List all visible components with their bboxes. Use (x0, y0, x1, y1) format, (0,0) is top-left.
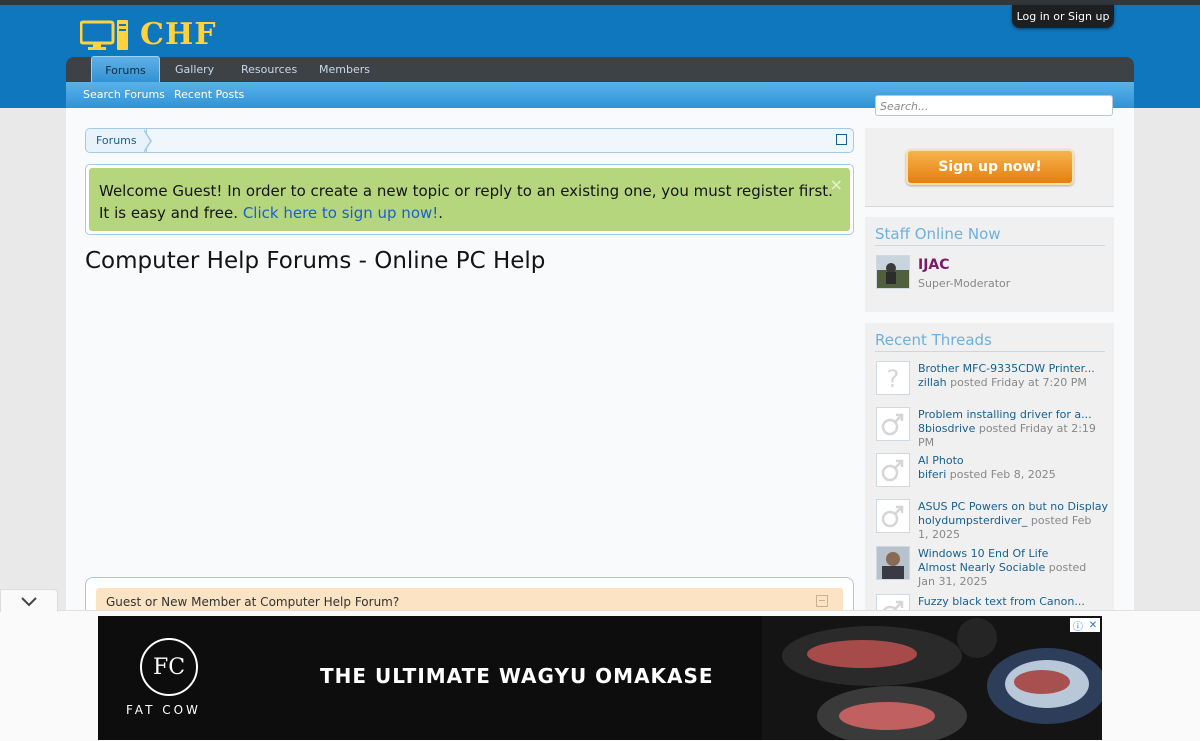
tab-members[interactable]: Members (319, 57, 370, 82)
staff-avatar[interactable] (876, 255, 910, 289)
chevron-down-icon (21, 597, 37, 607)
jump-icon[interactable] (836, 134, 847, 145)
site-logo[interactable]: CHF (80, 17, 217, 52)
recent-threads-block: Recent Threads ? Brother MFC-9335CDW Pri… (865, 323, 1114, 610)
staff-name[interactable]: IJAC (918, 257, 950, 273)
thread-user[interactable]: biferi (918, 468, 946, 481)
staff-online-heading: Staff Online Now (875, 225, 1105, 246)
ad-brand: FAT COW (126, 703, 201, 717)
staff-role: Super-Moderator (918, 277, 1011, 290)
question-avatar-icon[interactable]: ? (876, 361, 910, 395)
login-signup-button[interactable]: Log in or Sign up (1012, 5, 1114, 28)
thread-title[interactable]: Windows 10 End Of Life (918, 547, 1048, 560)
male-avatar-icon[interactable] (876, 594, 910, 610)
thread-time: posted Friday at 7:20 PM (950, 376, 1087, 389)
thread-title[interactable]: Problem installing driver for a... (918, 408, 1092, 421)
thread-user[interactable]: Almost Nearly Sociable (918, 561, 1045, 574)
tab-forums[interactable]: Forums (91, 56, 160, 84)
page-title: Computer Help Forums - Online PC Help (85, 248, 546, 274)
thread-title[interactable]: Fuzzy black text from Canon... (918, 595, 1085, 608)
thread-meta: zillah posted Friday at 7:20 PM (918, 376, 1103, 390)
tab-gallery[interactable]: Gallery (175, 57, 214, 82)
ad-collapse-tab[interactable] (0, 589, 58, 612)
tab-resources[interactable]: Resources (241, 57, 297, 82)
recent-threads-heading: Recent Threads (875, 331, 1105, 352)
ad-close-icon[interactable]: ✕ (1089, 620, 1097, 631)
thread-title[interactable]: AI Photo (918, 454, 964, 467)
male-avatar-icon[interactable] (876, 407, 910, 441)
male-avatar-icon[interactable] (876, 499, 910, 533)
thread-user[interactable]: holydumpsterdiver_ (918, 514, 1027, 527)
notice-signup-link[interactable]: Click here to sign up now! (243, 204, 438, 222)
thread-user[interactable]: 8biosdrive (918, 422, 975, 435)
ad-controls: ⓘ ✕ (1070, 618, 1100, 633)
male-avatar-icon[interactable] (876, 453, 910, 487)
logo-text: CHF (140, 17, 217, 52)
thread-title[interactable]: Brother MFC-9335CDW Printer... (918, 362, 1095, 375)
thread-time: posted Feb 8, 2025 (949, 468, 1056, 481)
collapse-icon[interactable] (816, 595, 828, 607)
ad-headline: THE ULTIMATE WAGYU OMAKASE (320, 664, 714, 688)
photo-avatar-icon[interactable] (876, 546, 910, 580)
notice-body: Welcome Guest! In order to create a new … (89, 168, 850, 231)
close-icon[interactable]: × (830, 175, 843, 194)
guest-box-title: Guest or New Member at Computer Help For… (106, 595, 400, 609)
subnav-search-forums[interactable]: Search Forums (83, 88, 165, 101)
ad-banner[interactable]: FC FAT COW THE ULTIMATE WAGYU OMAKASE ⓘ … (98, 616, 1102, 740)
thread-meta: holydumpsterdiver_ posted Feb 1, 2025 (918, 514, 1103, 542)
search-input[interactable]: Search... (875, 95, 1113, 116)
breadcrumb-forums[interactable]: Forums (86, 129, 147, 152)
thread-title[interactable]: ASUS PC Powers on but no Display (918, 500, 1108, 513)
thread-meta: biferi posted Feb 8, 2025 (918, 468, 1103, 482)
svg-text:?: ? (887, 365, 900, 393)
ad-food-image (762, 616, 1102, 740)
notice-period: . (438, 204, 444, 222)
notice-text: Welcome Guest! In order to create a new … (99, 182, 833, 222)
thread-user[interactable]: zillah (918, 376, 947, 389)
breadcrumb: Forums (85, 128, 854, 153)
sidebar-signup: Sign up now! (865, 128, 1114, 207)
staff-online-block: Staff Online Now IJAC Super-Moderator (865, 217, 1114, 312)
breadcrumb-arrow-fill (143, 130, 150, 152)
photo-icon (877, 256, 909, 288)
signup-button[interactable]: Sign up now! (906, 149, 1074, 185)
ad-logo: FC (140, 638, 198, 696)
thread-meta: 8biosdrive posted Friday at 2:19 PM (918, 422, 1103, 450)
computer-icon (80, 19, 128, 50)
ad-info-icon[interactable]: ⓘ (1073, 618, 1083, 633)
breadcrumb-label: Forums (96, 134, 137, 147)
guest-notice: Welcome Guest! In order to create a new … (85, 164, 854, 235)
subnav-recent-posts[interactable]: Recent Posts (174, 88, 244, 101)
main-nav: Forums Gallery Resources Members (66, 56, 1134, 84)
thread-meta: Almost Nearly Sociable posted Jan 31, 20… (918, 561, 1103, 589)
